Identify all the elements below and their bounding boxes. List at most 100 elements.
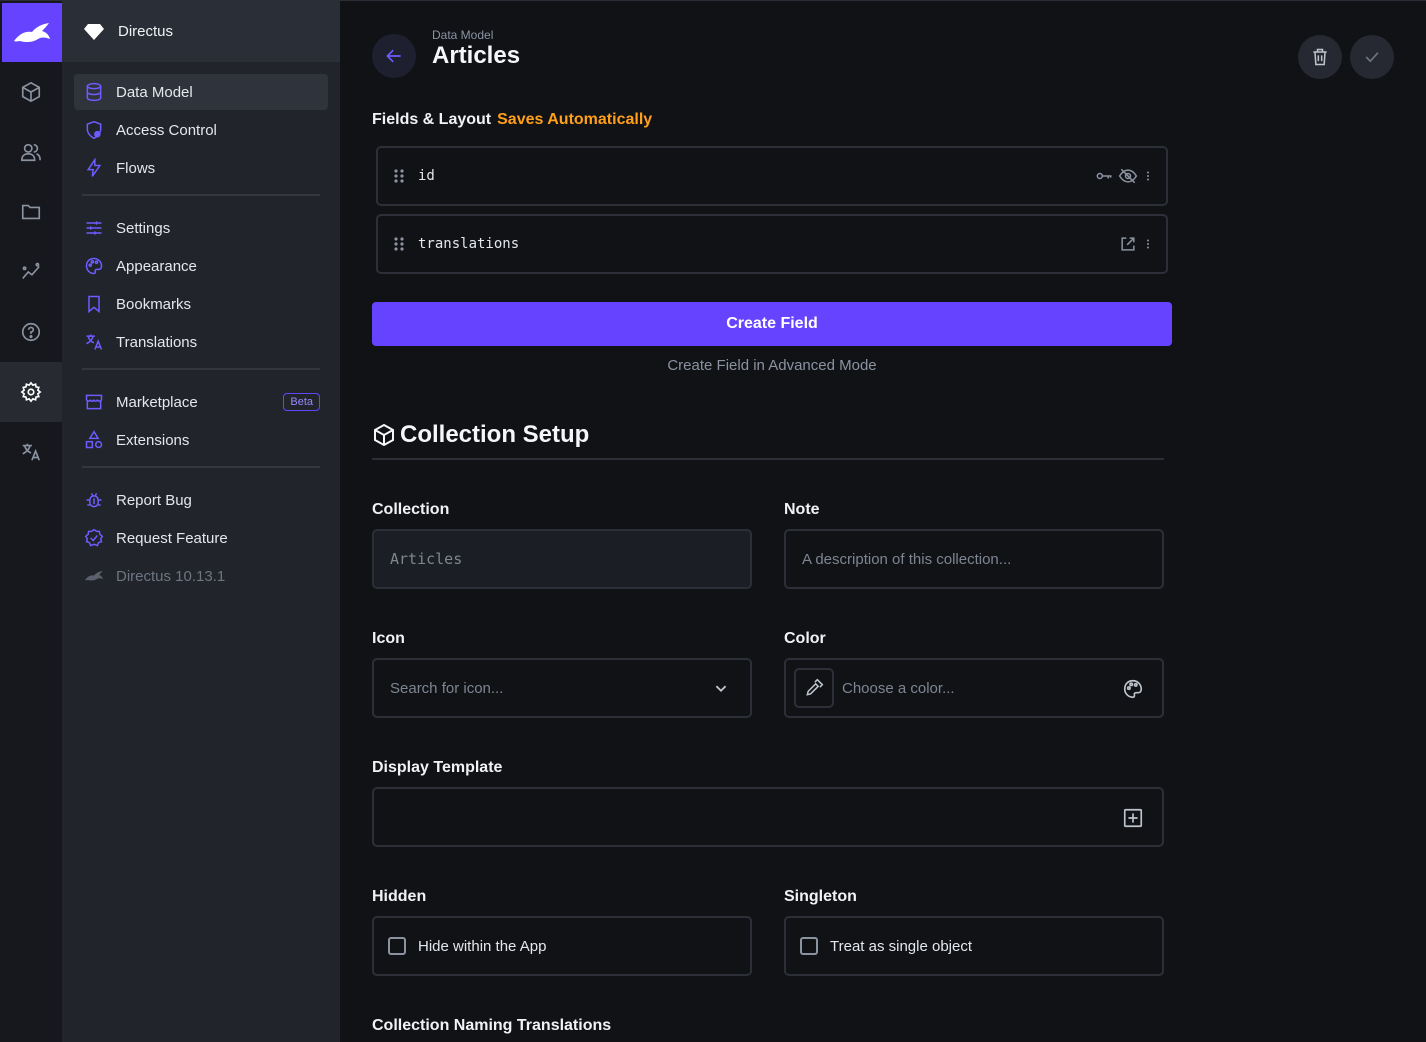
field-actions	[1094, 166, 1154, 186]
breadcrumb[interactable]: Data Model	[432, 28, 493, 42]
collection-name-value: Articles	[390, 550, 463, 568]
check-icon	[1365, 52, 1379, 63]
note-input[interactable]: A description of this collection...	[784, 529, 1164, 589]
section-divider	[372, 458, 1164, 460]
bolt-icon	[86, 158, 102, 177]
module-translations[interactable]	[0, 422, 62, 482]
module-settings[interactable]	[0, 362, 62, 422]
nav-item-label: Translations	[116, 333, 198, 351]
icon-select[interactable]: Search for icon...	[372, 658, 752, 718]
chevron-down-icon	[715, 685, 727, 693]
nav-item-label: Marketplace	[116, 393, 198, 411]
nav-item-access-control[interactable]: Access Control	[74, 112, 328, 148]
trash-icon	[1313, 48, 1327, 66]
hidden-checkbox[interactable]: Hide within the App	[372, 916, 752, 976]
drag-handle-icon[interactable]	[392, 168, 406, 184]
beta-badge: Beta	[283, 393, 320, 411]
module-files[interactable]	[0, 182, 62, 242]
field-name: translations	[418, 236, 520, 252]
save-button[interactable]	[1350, 35, 1394, 79]
field-row-translations[interactable]: translations	[376, 214, 1168, 274]
more-vertical-icon[interactable]	[1142, 166, 1154, 186]
collection-label: Collection	[372, 501, 450, 518]
rabbit-logo-icon	[14, 22, 50, 42]
nav-item-data-model[interactable]: Data Model	[74, 74, 328, 110]
field-actions	[1118, 234, 1154, 254]
module-content[interactable]	[0, 62, 62, 122]
shield-user-icon	[86, 120, 102, 140]
nav-item-label: Flows	[116, 159, 156, 177]
create-field-advanced-link[interactable]: Create Field in Advanced Mode	[372, 357, 1172, 374]
more-vertical-icon[interactable]	[1142, 234, 1154, 254]
nav-item-label: Request Feature	[116, 529, 228, 547]
hidden-checkbox-label: Hide within the App	[418, 937, 547, 955]
tune-icon	[86, 221, 102, 235]
navigation-sidebar: Directus Data Model Access Control Flows…	[62, 0, 340, 1042]
users-icon	[21, 143, 41, 162]
fields-layout-label: Fields & Layout	[372, 111, 492, 128]
palette-icon	[85, 257, 103, 275]
folder-icon	[21, 204, 41, 220]
nav-item-appearance[interactable]: Appearance	[74, 248, 328, 284]
drag-handle-icon[interactable]	[392, 236, 406, 252]
translate-icon	[86, 334, 103, 350]
storefront-icon	[85, 394, 103, 410]
nav-item-label: Data Model	[116, 83, 193, 101]
collection-setup-label: Collection Setup	[400, 421, 590, 448]
nav-item-extensions[interactable]: Extensions	[74, 422, 328, 458]
nav-item-settings[interactable]: Settings	[74, 210, 328, 246]
palette-icon[interactable]	[1122, 678, 1144, 700]
delete-button[interactable]	[1298, 35, 1342, 79]
directus-logo[interactable]	[2, 3, 62, 62]
nav-divider	[82, 466, 320, 468]
checkbox-unchecked-icon	[388, 937, 406, 955]
translate-icon	[22, 443, 41, 461]
nav-item-label: Access Control	[116, 121, 217, 139]
verified-icon	[84, 528, 104, 547]
hidden-label: Hidden	[372, 888, 427, 905]
open-in-new-icon[interactable]	[1118, 234, 1138, 254]
project-header[interactable]: Directus	[62, 1, 340, 62]
note-label: Note	[784, 501, 820, 518]
field-name: id	[418, 168, 435, 184]
display-template-label: Display Template	[372, 759, 503, 776]
singleton-checkbox[interactable]: Treat as single object	[784, 916, 1164, 976]
rabbit-icon	[85, 571, 103, 581]
create-field-button[interactable]: Create Field	[372, 302, 1172, 346]
nav-item-label: Bookmarks	[116, 295, 192, 313]
insights-icon	[22, 262, 40, 279]
module-bar	[0, 0, 62, 1042]
nav-item-marketplace[interactable]: Marketplace Beta	[74, 384, 328, 420]
nav-item-request-feature[interactable]: Request Feature	[74, 520, 328, 556]
back-button[interactable]	[372, 34, 416, 78]
module-insights[interactable]	[0, 242, 62, 302]
nav-item-bookmarks[interactable]: Bookmarks	[74, 286, 328, 322]
nav-item-label: Extensions	[116, 431, 190, 449]
nav-item-flows[interactable]: Flows	[74, 150, 328, 186]
shapes-icon	[85, 430, 103, 449]
singleton-checkbox-label: Treat as single object	[830, 937, 973, 955]
field-row-id[interactable]: id	[376, 146, 1168, 206]
page-title: Articles	[432, 42, 521, 69]
add-box-icon[interactable]	[1122, 807, 1144, 829]
nav-divider	[82, 194, 320, 196]
collection-name-input: Articles	[372, 529, 752, 589]
icon-placeholder: Search for icon...	[390, 679, 504, 697]
nav-item-translations[interactable]: Translations	[74, 324, 328, 360]
bug-icon	[86, 492, 102, 508]
saves-automatically-label: Saves Automatically	[497, 111, 653, 128]
cube-icon	[21, 81, 41, 103]
nav-item-version[interactable]: Directus 10.13.1	[74, 558, 328, 594]
display-template-input[interactable]	[372, 787, 1164, 847]
color-input[interactable]: Choose a color...	[784, 658, 1164, 718]
nav-item-report-bug[interactable]: Report Bug	[74, 482, 328, 518]
module-user-directory[interactable]	[0, 122, 62, 182]
help-icon	[21, 322, 41, 342]
color-swatch-button[interactable]	[794, 668, 834, 708]
visibility-off-icon	[1118, 168, 1138, 184]
color-placeholder: Choose a color...	[842, 679, 955, 697]
note-placeholder: A description of this collection...	[802, 550, 1012, 568]
key-icon	[1096, 172, 1112, 180]
nav-item-label: Appearance	[116, 257, 197, 275]
module-help[interactable]	[0, 302, 62, 362]
